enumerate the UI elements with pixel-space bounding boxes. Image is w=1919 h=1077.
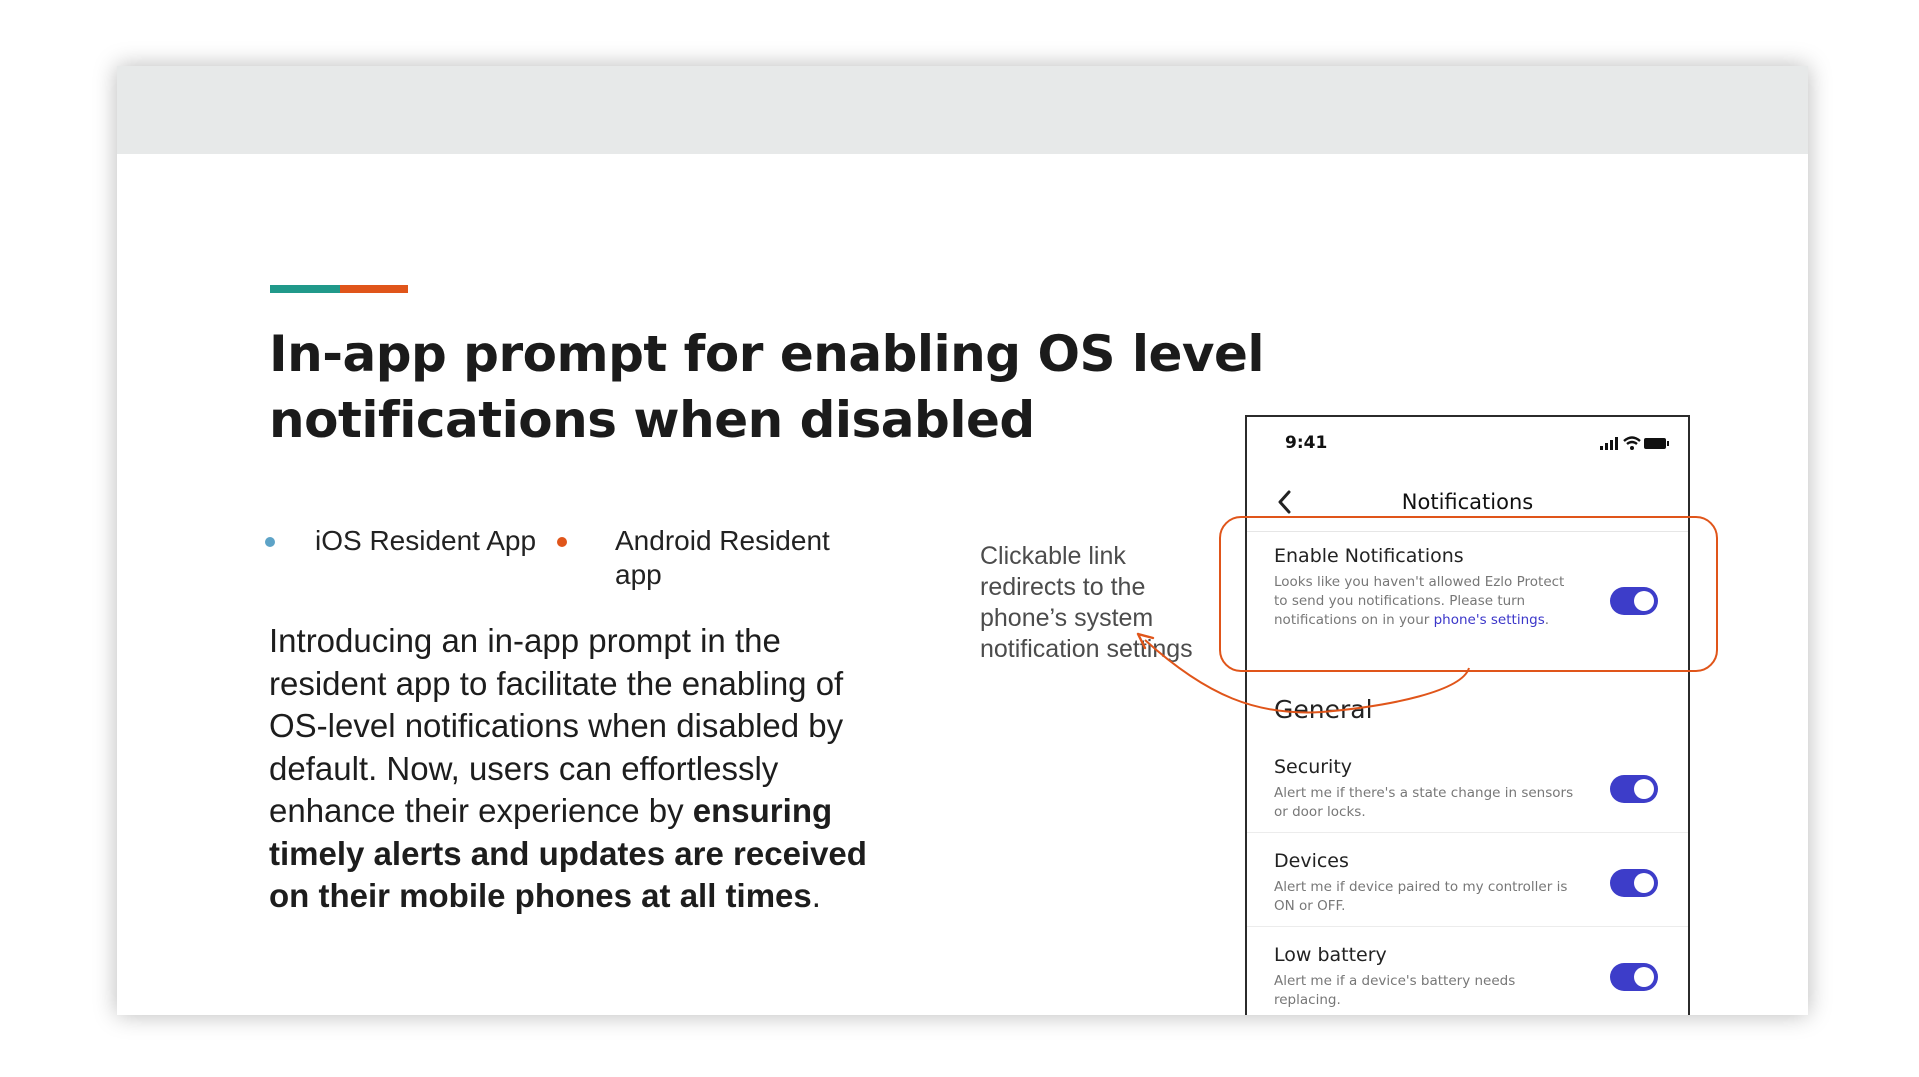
body-end: .: [811, 877, 821, 914]
setting-title: Security: [1274, 756, 1353, 778]
toggle-knob: [1634, 873, 1654, 893]
setting-description: Alert me if a device's battery needs rep…: [1274, 973, 1516, 1008]
slide: In-app prompt for enabling OS level noti…: [117, 66, 1808, 1015]
toggle-knob: [1634, 779, 1654, 799]
setting-devices: Devices Alert me if device paired to my …: [1274, 850, 1574, 916]
body-paragraph: Introducing an in-app prompt in the resi…: [269, 620, 879, 918]
bullet-label: Android Resident app: [615, 525, 830, 590]
bullet-dot-icon: [265, 537, 275, 547]
status-time: 9:41: [1285, 433, 1328, 453]
row-divider: [1247, 926, 1688, 927]
signal-icon: [1600, 437, 1618, 450]
nav-title: Notifications: [1401, 490, 1534, 514]
wifi-icon: [1623, 436, 1641, 450]
setting-low-battery: Low battery Alert me if a device's batte…: [1274, 944, 1574, 1010]
battery-icon: [1644, 438, 1669, 449]
highlight-box: [1219, 516, 1718, 672]
row-divider: [1247, 832, 1688, 833]
accent-line-orange: [340, 285, 408, 293]
slide-header-bar: [117, 66, 1808, 154]
accent-line-teal: [270, 285, 340, 293]
bullet-dot-icon: [557, 537, 567, 547]
setting-title: Low battery: [1274, 944, 1387, 966]
phone-mockup: 9:41 Notifications Enable Notifications …: [1245, 415, 1690, 1015]
low-battery-toggle[interactable]: [1610, 963, 1658, 991]
setting-security: Security Alert me if there's a state cha…: [1274, 756, 1574, 822]
bullet-label: iOS Resident App: [315, 525, 537, 556]
setting-description: Alert me if there's a state change in se…: [1274, 785, 1574, 820]
security-toggle[interactable]: [1610, 775, 1658, 803]
setting-title: Devices: [1274, 850, 1349, 872]
section-heading-general: General: [1274, 695, 1373, 724]
devices-toggle[interactable]: [1610, 869, 1658, 897]
status-icons: [1600, 436, 1669, 450]
callout-text: Clickable link redirects to the phone’s …: [980, 542, 1193, 663]
toggle-knob: [1634, 967, 1654, 987]
setting-description: Alert me if device paired to my controll…: [1274, 879, 1568, 914]
